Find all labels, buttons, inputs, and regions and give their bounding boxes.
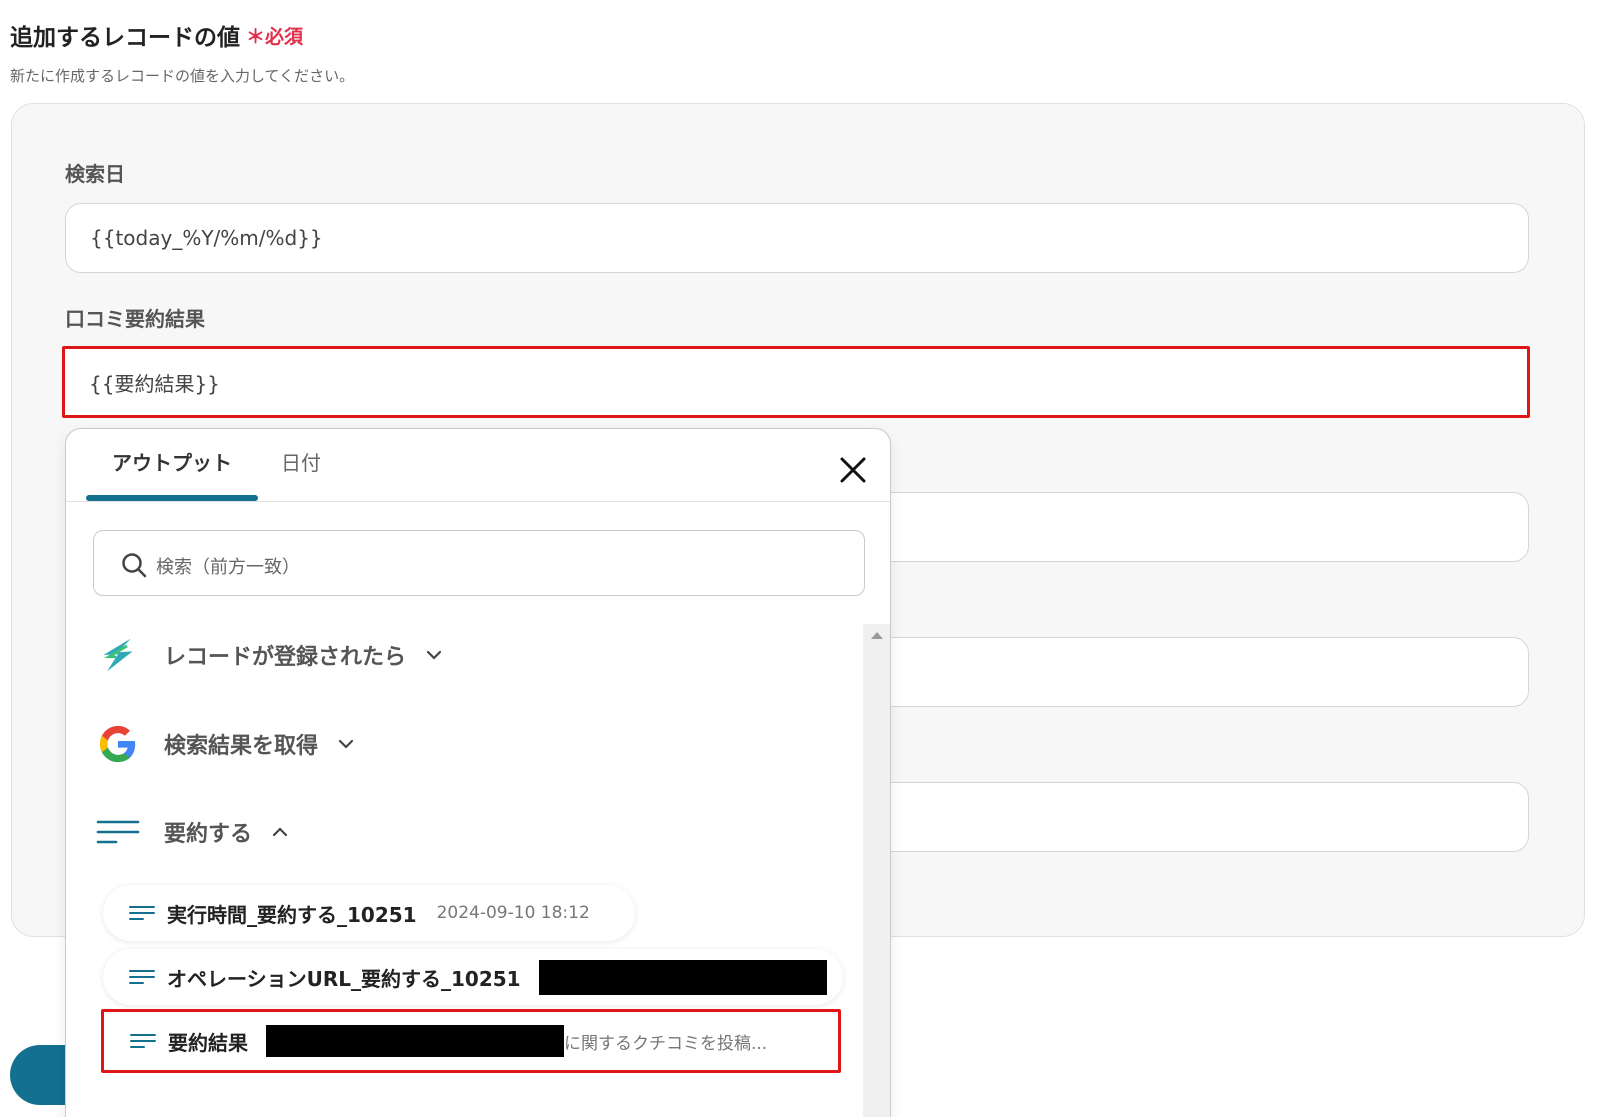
output-item-operation-url[interactable]: オペレーションURL_要約する_10251: [103, 949, 843, 1005]
output-picker-popup: アウトプット 日付 検索（前方一致） レコードが登録されたら 検索結果を取得 要…: [65, 428, 891, 1117]
text-lines-icon: [129, 906, 155, 920]
chevron-down-icon: [338, 739, 354, 749]
scroll-up-arrow-icon[interactable]: [871, 632, 883, 639]
search-input[interactable]: 検索（前方一致）: [93, 530, 865, 596]
section-title: 追加するレコードの値: [10, 25, 240, 51]
item-label: 要約結果: [168, 1030, 248, 1055]
item-value: に関するクチコミを投稿...: [564, 1033, 768, 1054]
group-record-registered[interactable]: レコードが登録されたら: [96, 632, 444, 678]
tab-date[interactable]: 日付: [281, 447, 321, 476]
group-summarize[interactable]: 要約する: [96, 809, 290, 855]
field-label-review-summary: 口コミ要約結果: [65, 307, 205, 331]
text-lines-icon: [129, 970, 155, 984]
redacted-value: [538, 959, 827, 995]
output-item-execution-time[interactable]: 実行時間_要約する_10251 2024-09-10 18:12: [103, 885, 635, 941]
field-label-search-date: 検索日: [65, 162, 125, 186]
summary-lines-icon: [96, 810, 140, 854]
item-label: オペレーションURL_要約する_10251: [167, 966, 521, 991]
group-label: レコードが登録されたら: [164, 645, 407, 670]
search-placeholder: 検索（前方一致）: [156, 557, 300, 578]
scrollbar[interactable]: [863, 624, 890, 1117]
section-description: 新たに作成するレコードの値を入力してください。: [10, 67, 355, 85]
output-item-summary-result[interactable]: 要約結果 に関するクチコミを投稿...: [101, 1009, 841, 1073]
redacted-value: [266, 1025, 564, 1057]
lightning-logo-icon: [96, 633, 140, 677]
popup-tabs: アウトプット 日付: [66, 429, 890, 502]
search-date-input[interactable]: {{today_%Y/%m/%d}}: [65, 203, 1529, 273]
chevron-up-icon: [272, 827, 288, 837]
review-summary-input[interactable]: {{要約結果}}: [62, 346, 1530, 418]
group-search-results[interactable]: 検索結果を取得: [96, 721, 356, 767]
item-label: 実行時間_要約する_10251: [167, 902, 417, 927]
required-badge: ＊必須: [246, 26, 304, 48]
group-label: 検索結果を取得: [164, 734, 319, 759]
tab-active-underline: [86, 495, 258, 501]
item-value: 2024-09-10 18:12: [436, 903, 590, 923]
tab-output[interactable]: アウトプット: [112, 447, 232, 476]
chevron-down-icon: [426, 650, 442, 660]
close-icon[interactable]: [838, 455, 868, 485]
text-lines-icon: [130, 1034, 156, 1048]
google-logo-icon: [96, 722, 140, 766]
group-label: 要約する: [164, 822, 253, 847]
search-icon: [122, 553, 147, 578]
